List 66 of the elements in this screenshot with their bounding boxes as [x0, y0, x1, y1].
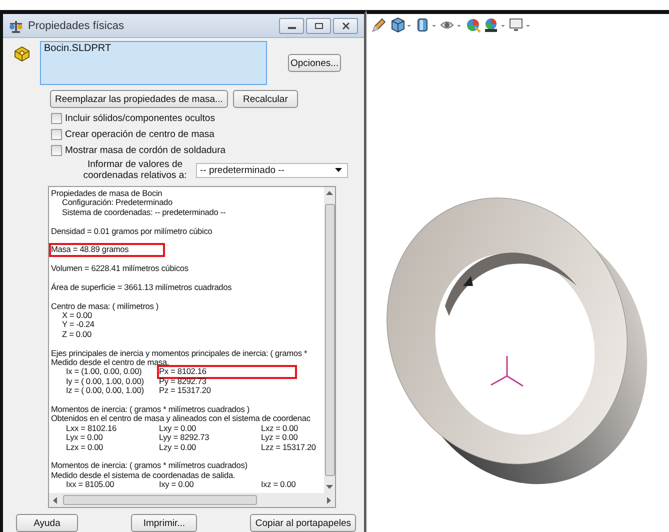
footer-button[interactable]: Copiar al portapapeles	[250, 514, 356, 532]
result-text: Medido desde el centro de masa.	[50, 357, 170, 368]
result-text: Lzz = 15317.20	[260, 442, 317, 454]
cube-icon[interactable]	[415, 17, 437, 33]
result-text: Pz = 15317.20	[158, 385, 212, 398]
result-text: Ejes principales de inercia y momentos principales de inercia: ( gramos *	[50, 346, 308, 358]
minimize-button[interactable]	[279, 18, 304, 34]
maximize-button[interactable]	[306, 18, 331, 34]
result-text: Ixz = 0.00	[260, 478, 297, 492]
result-text: Momentos de inercia: ( gramos * milímetros cuadrados )	[50, 402, 250, 415]
axis-triad-icon	[490, 355, 524, 387]
scale-icon	[9, 18, 23, 32]
maximize-icon	[314, 22, 324, 30]
result-text: Ixx = 8105.00	[65, 478, 116, 492]
result-text: Volumen = 6228.41 milímetros cúbicos	[50, 262, 190, 276]
result-text: Sistema de coordenadas: -- predeterminado --	[61, 206, 227, 219]
sphere-icon[interactable]	[484, 17, 506, 33]
caret-icon	[335, 168, 342, 172]
checkbox-label: Incluir sólidos/componentes ocultos	[65, 112, 215, 124]
horizontal-scrollbar[interactable]	[49, 493, 335, 507]
result-text: Centro de masa: ( milímetros )	[50, 300, 160, 312]
list-item[interactable]: Bocin.SLDPRT	[44, 43, 263, 54]
result-text: Propiedades de masa de Bocin	[50, 187, 164, 198]
close-button[interactable]	[333, 18, 358, 34]
cube-icon[interactable]	[390, 17, 412, 33]
checkbox[interactable]	[51, 144, 62, 156]
monitor-icon[interactable]	[509, 17, 531, 33]
result-text: Iz = ( 0.00, 0.00, 1.00)	[65, 385, 145, 398]
action-button[interactable]: Recalcular	[232, 90, 298, 108]
result-text: Lzy = 0.00	[158, 442, 198, 454]
selection-list[interactable]: Bocin.SLDPRT	[40, 41, 267, 85]
result-text: Ix = (1.00, 0.00, 0.00)	[65, 366, 143, 378]
result-text: Masa = 48.89 gramos	[49, 243, 165, 257]
result-text: Medido desde el sistema de coordenadas de salida.	[50, 470, 236, 481]
vertical-scrollbar[interactable]	[324, 187, 335, 493]
up-arrow-icon[interactable]	[326, 191, 333, 195]
checkbox-label: Crear operación de centro de masa	[65, 128, 214, 140]
right-arrow-icon[interactable]	[327, 496, 331, 504]
coordinate-dropdown[interactable]: -- predeterminado --	[196, 162, 348, 178]
result-text: Momentos de inercia: ( gramos * milímetros cuadrados)	[50, 459, 248, 472]
result-text: Lyx = 0.00	[65, 432, 104, 444]
left-arrow-icon[interactable]	[53, 496, 57, 504]
result-text: Lzx = 0.00	[65, 442, 104, 454]
window-title: Propiedades físicas	[28, 20, 125, 32]
result-text: Configuración: Predeterminado	[62, 197, 174, 209]
result-text: Lyy = 8292.73	[158, 432, 210, 444]
result-text: Px = 8102.16	[157, 365, 297, 379]
footer-button[interactable]: Imprimir...	[131, 514, 198, 532]
result-text: Densidad = 0.01 gramos por milímetro cúbico	[50, 224, 214, 238]
checkbox[interactable]	[51, 112, 62, 124]
result-text: Ixy = 0.00	[158, 478, 195, 492]
result-text: Iy = ( 0.00, 1.00, 0.00)	[65, 376, 145, 387]
part-icon	[13, 45, 31, 63]
result-text: Lyz = 0.00	[260, 432, 299, 444]
action-button[interactable]: Reemplazar las propiedades de masa...	[50, 90, 228, 108]
options-button[interactable]: Opciones...	[288, 54, 341, 72]
result-text: X = 0.00	[61, 310, 93, 321]
close-icon	[340, 22, 350, 30]
down-arrow-icon[interactable]	[326, 485, 333, 489]
checkbox[interactable]	[51, 128, 62, 140]
result-text: Lxy = 0.00	[158, 422, 198, 434]
result-text: Área de superficie = 3661.13 milímetros cuadrados	[50, 280, 233, 294]
footer-button[interactable]: Ayuda	[16, 514, 78, 532]
checkbox-label: Mostrar masa de cordón de soldadura	[65, 144, 226, 156]
relative-to-label: Informar de valores de coordenadas relativos a:	[82, 159, 188, 181]
pencil-icon[interactable]	[371, 17, 387, 33]
